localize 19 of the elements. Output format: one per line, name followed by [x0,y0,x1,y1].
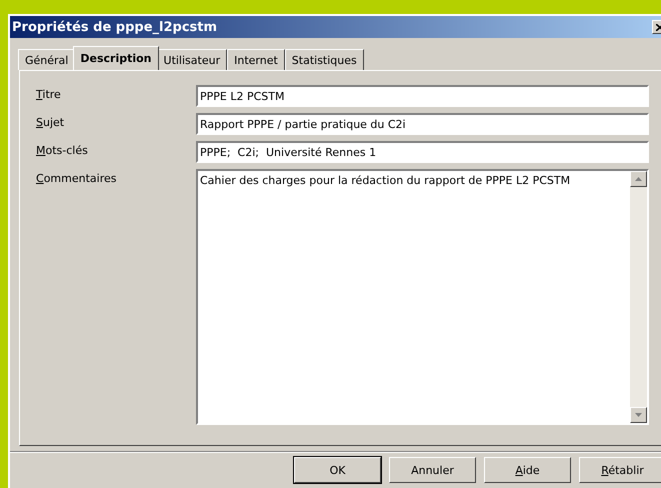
tab[interactable]: Général [18,49,76,70]
tab[interactable]: Statistiques [284,49,364,70]
dialog-button[interactable]: Aide [484,457,571,483]
field-label: Commentaires [36,171,118,185]
input-field[interactable]: PPPE; C2i; Université Rennes 1 [196,141,649,163]
dialog-button[interactable]: OK [294,457,381,483]
tab[interactable]: Utilisateur [156,49,228,70]
comments-text: Cahier des charges pour la rédaction du rapport de PPPE L2 PCSTM [199,173,572,189]
field-label: Mots-clés [36,143,89,157]
input-field[interactable]: Rapport PPPE / partie pratique du C2i [196,113,649,135]
field-label: Sujet [36,115,66,129]
tab[interactable]: Internet [227,49,285,70]
input-field[interactable]: PPPE L2 PCSTM [196,85,649,107]
comments-field[interactable]: Cahier des charges pour la rédaction du rapport de PPPE L2 PCSTM [196,169,649,425]
field-label: Titre [36,87,62,101]
dialog-button[interactable]: Rétablir [579,457,661,483]
dialog-button[interactable]: Annuler [389,457,476,483]
window-title: Propriétés de pppe_l2pcstm [12,20,218,34]
tab[interactable]: Description [73,46,159,70]
